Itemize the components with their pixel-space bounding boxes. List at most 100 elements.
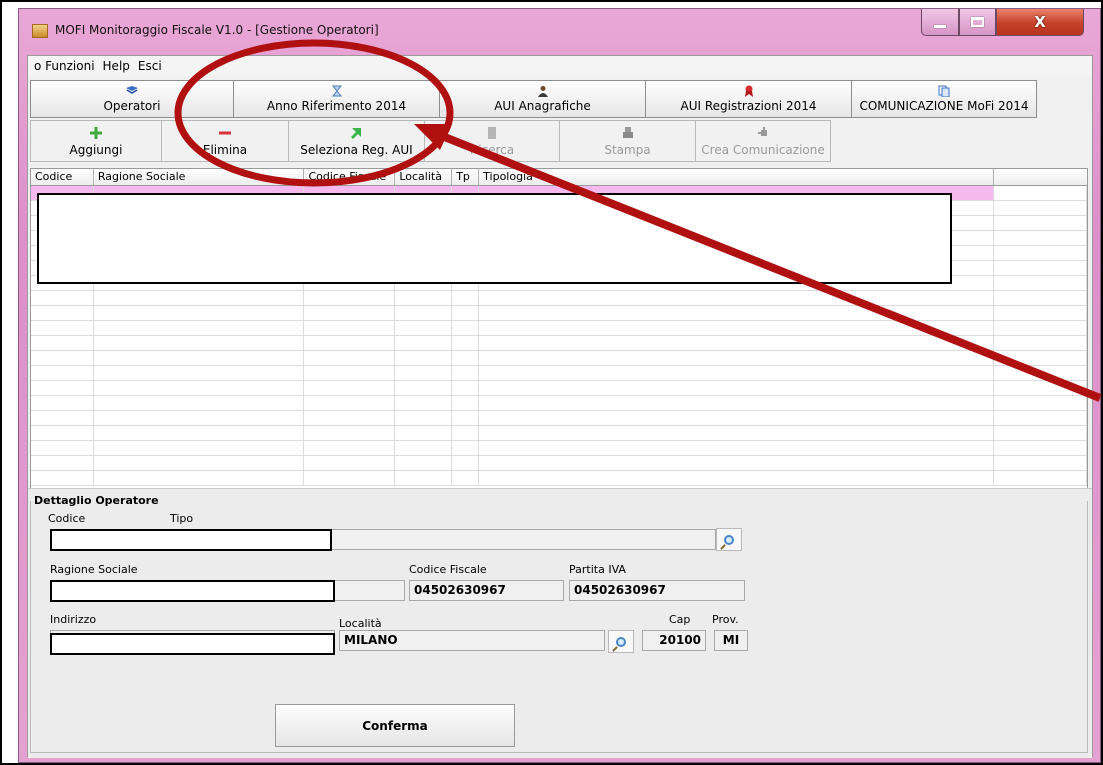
table-cell <box>479 426 995 440</box>
table-cell <box>304 291 396 305</box>
table-row[interactable] <box>31 396 1087 411</box>
aggiungi-button[interactable]: Aggiungi <box>30 120 162 162</box>
column-tipologia[interactable]: Tipologia <box>479 169 995 185</box>
table-row[interactable] <box>31 411 1087 426</box>
nav-aui-registrazioni-button[interactable]: AUI Registrazioni 2014 <box>645 80 852 118</box>
table-cell <box>31 351 94 365</box>
codice-fiscale-field[interactable]: 04502630967 <box>409 580 564 601</box>
table-cell <box>31 411 94 425</box>
column-tp[interactable]: Tp <box>452 169 480 185</box>
tool-label: Elimina <box>202 142 248 157</box>
table-row[interactable] <box>31 426 1087 441</box>
table-cell <box>395 411 453 425</box>
table-cell <box>304 471 396 485</box>
table-cell <box>452 411 480 425</box>
table-row[interactable] <box>31 441 1087 456</box>
table-cell <box>304 351 396 365</box>
column-ragione-sociale[interactable]: Ragione Sociale <box>94 169 305 185</box>
table-cell <box>94 411 305 425</box>
crea-comunicazione-button[interactable]: Crea Comunicazione <box>695 120 831 162</box>
conferma-button[interactable]: Conferma <box>275 704 515 747</box>
minus-icon <box>219 131 231 134</box>
column-codice-fiscale[interactable]: Codice Fiscale <box>304 169 396 185</box>
maximize-icon <box>971 17 984 27</box>
menu-esci[interactable]: Esci <box>138 59 162 73</box>
magnifier-icon <box>616 636 626 647</box>
cap-field[interactable]: 20100 <box>642 630 706 651</box>
table-row[interactable] <box>31 291 1087 306</box>
table-cell <box>994 306 1087 320</box>
table-row[interactable] <box>31 321 1087 336</box>
minimize-button[interactable] <box>921 9 959 36</box>
label-tipo: Tipo <box>170 512 194 525</box>
table-cell <box>31 396 94 410</box>
nav-anno-riferimento-button[interactable]: Anno Riferimento 2014 <box>233 80 440 118</box>
column-localita[interactable]: Località <box>395 169 453 185</box>
table-row[interactable] <box>31 366 1087 381</box>
tipo-lookup-button[interactable] <box>716 528 742 551</box>
table-cell <box>395 306 453 320</box>
localita-lookup-button[interactable] <box>608 630 634 653</box>
label-localita: Località <box>339 617 382 630</box>
column-codice[interactable]: Codice <box>31 169 94 185</box>
table-cell <box>994 471 1087 485</box>
document-icon <box>938 85 950 97</box>
table-cell <box>994 216 1087 230</box>
seleziona-reg-aui-button[interactable]: Seleziona Reg. AUI <box>288 120 425 162</box>
label-partita-iva: Partita IVA <box>569 563 626 576</box>
table-cell <box>479 411 995 425</box>
redaction-box <box>37 193 952 284</box>
table-row[interactable] <box>31 306 1087 321</box>
elimina-button[interactable]: Elimina <box>161 120 289 162</box>
operators-grid[interactable]: Codice Ragione Sociale Codice Fiscale Lo… <box>30 168 1088 490</box>
nav-comunicazione-button[interactable]: COMUNICAZIONE MoFi 2014 <box>851 80 1037 118</box>
table-cell <box>94 426 305 440</box>
table-cell <box>395 381 453 395</box>
table-cell <box>994 276 1087 290</box>
label-cap: Cap <box>669 613 691 626</box>
title-bar[interactable]: MOFI Monitoraggio Fiscale V1.0 - [Gestio… <box>19 9 1100 55</box>
table-cell <box>304 336 396 350</box>
table-row[interactable] <box>31 351 1087 366</box>
app-icon <box>32 24 48 38</box>
table-cell <box>94 396 305 410</box>
tool-label: Aggiungi <box>69 142 123 157</box>
table-cell <box>304 411 396 425</box>
table-cell <box>304 381 396 395</box>
table-row[interactable] <box>31 456 1087 471</box>
table-cell <box>479 381 995 395</box>
table-cell <box>94 336 305 350</box>
nav-aui-anagrafiche-button[interactable]: AUI Anagrafiche <box>439 80 646 118</box>
menu-funzioni[interactable]: o Funzioni <box>34 59 95 73</box>
plus-icon <box>90 126 102 139</box>
table-cell <box>304 456 396 470</box>
localita-field[interactable]: MILANO <box>339 630 605 651</box>
nav-label: AUI Anagrafiche <box>494 99 591 113</box>
tool-label: Crea Comunicazione <box>701 142 825 157</box>
table-cell <box>479 441 995 455</box>
maximize-button[interactable] <box>959 9 996 36</box>
table-row[interactable] <box>31 471 1087 486</box>
ricerca-button[interactable]: Ricerca <box>424 120 560 162</box>
table-cell <box>94 456 305 470</box>
table-cell <box>304 441 396 455</box>
prov-field[interactable]: MI <box>714 630 748 651</box>
book-icon <box>126 86 138 94</box>
table-cell <box>31 336 94 350</box>
stampa-button[interactable]: Stampa <box>559 120 696 162</box>
tool-label: Seleziona Reg. AUI <box>300 142 413 157</box>
minimize-icon <box>934 24 946 28</box>
table-cell <box>31 321 94 335</box>
nav-operatori-button[interactable]: Operatori <box>30 80 234 118</box>
table-row[interactable] <box>31 381 1087 396</box>
menu-help[interactable]: Help <box>103 59 130 73</box>
table-cell <box>94 291 305 305</box>
nav-label: COMUNICAZIONE MoFi 2014 <box>859 99 1029 113</box>
green-arrow-icon <box>350 127 361 139</box>
table-row[interactable] <box>31 336 1087 351</box>
table-cell <box>479 336 995 350</box>
table-cell <box>395 291 453 305</box>
table-cell <box>994 246 1087 260</box>
partita-iva-field[interactable]: 04502630967 <box>569 580 745 601</box>
close-button[interactable]: X <box>996 9 1084 36</box>
